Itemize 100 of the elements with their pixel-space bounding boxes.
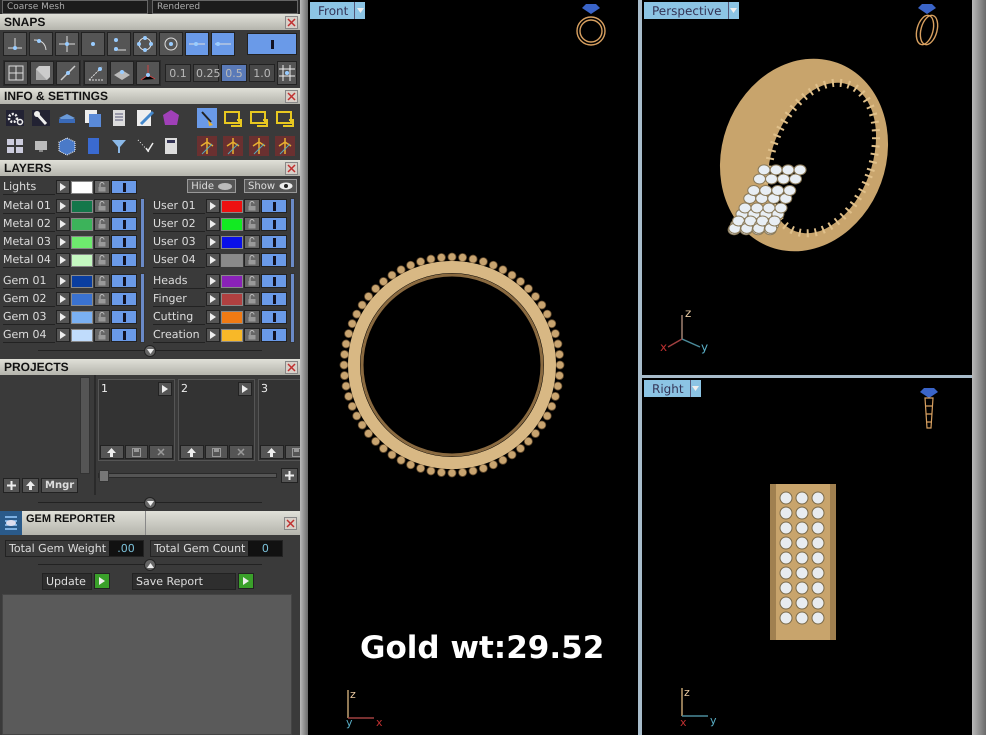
- snap-button[interactable]: [3, 32, 27, 56]
- layer-color-swatch[interactable]: [221, 310, 243, 324]
- add-button[interactable]: [3, 478, 20, 493]
- lock-button[interactable]: [244, 199, 260, 213]
- visibility-button[interactable]: [261, 217, 287, 231]
- save-button[interactable]: [204, 445, 228, 459]
- up-button[interactable]: [100, 445, 124, 459]
- snap-button[interactable]: [185, 32, 209, 56]
- toolbar-button[interactable]: [273, 134, 297, 158]
- layer-color-swatch[interactable]: [71, 328, 93, 342]
- expand-button[interactable]: [158, 382, 172, 396]
- layer-color-swatch[interactable]: [71, 180, 93, 194]
- project-slot[interactable]: 1: [98, 379, 175, 461]
- lock-button[interactable]: [94, 292, 110, 306]
- expand-button[interactable]: [56, 180, 70, 194]
- lock-button[interactable]: [244, 292, 260, 306]
- dropdown[interactable]: Coarse Mesh: [2, 0, 148, 14]
- lock-button[interactable]: [94, 199, 110, 213]
- expand-button[interactable]: [238, 382, 252, 396]
- slider-thumb[interactable]: [99, 470, 109, 482]
- lock-button[interactable]: [94, 253, 110, 267]
- expand-button[interactable]: [206, 310, 220, 324]
- layer-color-swatch[interactable]: [71, 254, 93, 266]
- view-tab[interactable]: Right: [644, 380, 701, 397]
- expand-button[interactable]: [56, 328, 70, 342]
- dropdown[interactable]: Rendered: [152, 0, 298, 14]
- increment-button[interactable]: 0.25: [193, 64, 219, 82]
- close-button[interactable]: [285, 90, 298, 102]
- collapse-button[interactable]: [144, 559, 156, 571]
- delete-button[interactable]: [149, 445, 174, 459]
- up-button[interactable]: [180, 445, 204, 459]
- tool-button[interactable]: [30, 61, 54, 85]
- visibility-button[interactable]: [261, 328, 287, 342]
- expand-button[interactable]: [206, 235, 220, 249]
- layer-color-swatch[interactable]: [71, 310, 93, 324]
- expand-button[interactable]: [206, 274, 220, 288]
- close-button[interactable]: [285, 360, 298, 374]
- tool-button[interactable]: [56, 61, 80, 85]
- visibility-button[interactable]: [111, 328, 137, 342]
- close-button[interactable]: [285, 162, 298, 174]
- lock-button[interactable]: [94, 328, 110, 342]
- snap-toggle-button[interactable]: [247, 33, 297, 55]
- grid-button[interactable]: [277, 61, 297, 85]
- snap-button[interactable]: [159, 32, 183, 56]
- lock-button[interactable]: [94, 180, 110, 194]
- tool-button[interactable]: [4, 61, 28, 85]
- expand-button[interactable]: [56, 253, 70, 267]
- layer-color-swatch[interactable]: [221, 200, 243, 212]
- expand-button[interactable]: [56, 217, 70, 231]
- expand-button[interactable]: [206, 292, 220, 306]
- layer-color-swatch[interactable]: [71, 292, 93, 306]
- up-button[interactable]: [260, 445, 284, 459]
- visibility-button[interactable]: [111, 253, 137, 267]
- collapse-button[interactable]: [144, 345, 156, 357]
- project-slot[interactable]: 3: [258, 379, 300, 461]
- toolbar-button[interactable]: [195, 106, 219, 130]
- visibility-button[interactable]: [111, 235, 137, 249]
- tool-button[interactable]: [136, 61, 160, 85]
- snap-button[interactable]: [81, 32, 105, 56]
- lock-button[interactable]: [244, 235, 260, 249]
- lock-button[interactable]: [244, 328, 260, 342]
- tool-button[interactable]: [84, 61, 108, 85]
- toolbar-button[interactable]: [195, 134, 219, 158]
- manager-button[interactable]: Mngr: [41, 478, 78, 493]
- toolbar-button[interactable]: [247, 134, 271, 158]
- lock-button[interactable]: [94, 274, 110, 288]
- view-tab[interactable]: Front: [310, 2, 366, 19]
- layer-color-swatch[interactable]: [71, 274, 93, 288]
- expand-button[interactable]: [56, 199, 70, 213]
- collapse-button[interactable]: [144, 497, 156, 509]
- snap-button[interactable]: [55, 32, 79, 56]
- toolbar-button[interactable]: [221, 134, 245, 158]
- visibility-button[interactable]: [261, 253, 287, 267]
- snap-button[interactable]: [211, 32, 235, 56]
- lock-button[interactable]: [244, 217, 260, 231]
- expand-button[interactable]: [56, 274, 70, 288]
- visibility-button[interactable]: [111, 199, 137, 213]
- snap-button[interactable]: [133, 32, 157, 56]
- tool-button[interactable]: [110, 61, 134, 85]
- increment-button[interactable]: 1.0: [249, 64, 275, 82]
- close-button[interactable]: [284, 516, 297, 530]
- increment-button[interactable]: 0.1: [165, 64, 191, 82]
- visibility-button[interactable]: [111, 217, 137, 231]
- expand-button[interactable]: [206, 199, 220, 213]
- expand-button[interactable]: [206, 328, 220, 342]
- visibility-button[interactable]: [261, 199, 287, 213]
- visibility-button[interactable]: [261, 235, 287, 249]
- lock-button[interactable]: [244, 253, 260, 267]
- layer-color-swatch[interactable]: [221, 218, 243, 230]
- hide-button[interactable]: Hide: [187, 179, 236, 193]
- layer-color-swatch[interactable]: [71, 218, 93, 230]
- layer-color-swatch[interactable]: [221, 328, 243, 342]
- snap-button[interactable]: [107, 32, 131, 56]
- run-button[interactable]: [238, 573, 254, 589]
- project-slot[interactable]: 2: [178, 379, 255, 461]
- visibility-button[interactable]: [111, 274, 137, 288]
- visibility-button[interactable]: [111, 180, 137, 194]
- expand-button[interactable]: [56, 235, 70, 249]
- expand-button[interactable]: [56, 292, 70, 306]
- layer-color-swatch[interactable]: [71, 200, 93, 212]
